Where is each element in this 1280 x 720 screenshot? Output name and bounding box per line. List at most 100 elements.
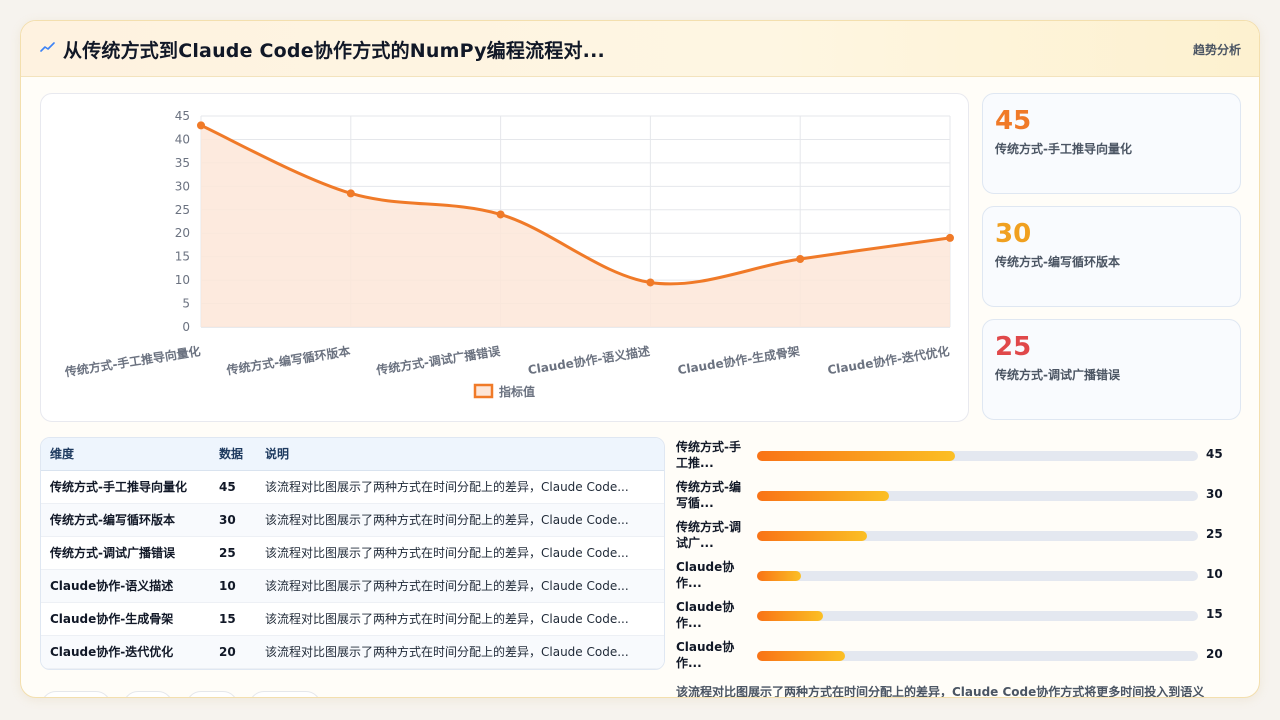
y-tick-label: 30 bbox=[175, 179, 190, 193]
bar-fill bbox=[757, 571, 802, 581]
table-row[interactable]: Claude协作-生成骨架 15 该流程对比图展示了两种方式在时间分配上的差异，… bbox=[41, 602, 664, 636]
bar-label: Claude协作... bbox=[676, 640, 735, 670]
bar-label: Claude协作... bbox=[676, 600, 735, 630]
table-row[interactable]: 传统方式-手工推导向量化 45 该流程对比图展示了两种方式在时间分配上的差异，C… bbox=[41, 470, 664, 504]
dashboard-window: 从传统方式到Claude Code协作方式的NumPy编程流程对... 趋势分析… bbox=[20, 20, 1260, 698]
y-tick-label: 0 bbox=[182, 320, 190, 334]
x-tick-label: 传统方式-编写循环版本 bbox=[224, 343, 351, 378]
y-tick-label: 40 bbox=[175, 132, 190, 146]
column-header[interactable]: 维度 bbox=[41, 438, 210, 471]
bar-track bbox=[757, 651, 1198, 661]
stat-value: 30 bbox=[995, 219, 1032, 249]
table-cell-desc: 该流程对比图展示了两种方式在时间分配上的差异，Claude Code... bbox=[256, 470, 664, 504]
data-point bbox=[796, 255, 805, 264]
bar-track bbox=[757, 451, 1198, 461]
trend-line-icon bbox=[40, 42, 55, 52]
bar-track bbox=[757, 491, 1198, 501]
x-tick-label: Claude协作-迭代优化 bbox=[826, 343, 950, 377]
y-tick-label: 10 bbox=[175, 273, 190, 287]
bar-value: 25 bbox=[1206, 527, 1223, 541]
bar-track bbox=[757, 531, 1198, 541]
stat-card-2: 30 传统方式-编写循环版本 bbox=[982, 206, 1241, 307]
y-tick-label: 35 bbox=[175, 156, 190, 170]
data-point bbox=[346, 189, 355, 198]
bar-value: 45 bbox=[1206, 447, 1223, 461]
data-table: 维度 数据 说明 传统方式-手工推导向量化 45 该流程对比图展示了两种方式在时… bbox=[41, 438, 664, 669]
table-cell-desc: 该流程对比图展示了两种方式在时间分配上的差异，Claude Code... bbox=[256, 503, 664, 537]
bar-row: 传统方式-手工推... 45 bbox=[676, 437, 1241, 473]
filter-pill[interactable] bbox=[249, 691, 321, 697]
x-tick-label: Claude协作-生成骨架 bbox=[677, 343, 801, 377]
table-cell-value: 10 bbox=[210, 569, 256, 603]
table-row[interactable]: Claude协作-语义描述 10 该流程对比图展示了两种方式在时间分配上的差异，… bbox=[41, 569, 664, 603]
y-tick-label: 20 bbox=[175, 226, 190, 240]
table-header-row: 维度 数据 说明 bbox=[41, 438, 664, 471]
y-tick-label: 25 bbox=[175, 203, 190, 217]
bar-value: 20 bbox=[1206, 647, 1223, 661]
bar-track bbox=[757, 571, 1198, 581]
x-tick-label: 传统方式-手工推导向量化 bbox=[63, 343, 202, 379]
series-area bbox=[201, 125, 950, 327]
bar-fill bbox=[757, 451, 956, 461]
table-row[interactable]: 传统方式-编写循环版本 30 该流程对比图展示了两种方式在时间分配上的差异，Cl… bbox=[41, 503, 664, 537]
table-row[interactable]: 传统方式-调试广播错误 25 该流程对比图展示了两种方式在时间分配上的差异，Cl… bbox=[41, 536, 664, 570]
bar-row: 传统方式-调试广... 25 bbox=[676, 517, 1241, 553]
footnote-text: 该流程对比图展示了两种方式在时间分配上的差异，Claude Code协作方式将更… bbox=[676, 685, 1205, 698]
stat-card-3: 25 传统方式-调试广播错误 bbox=[982, 319, 1241, 420]
table-cell-desc: 该流程对比图展示了两种方式在时间分配上的差异，Claude Code... bbox=[256, 569, 664, 603]
header-bar: 从传统方式到Claude Code协作方式的NumPy编程流程对... 趋势分析 bbox=[21, 21, 1259, 77]
stat-label: 传统方式-调试广播错误 bbox=[995, 368, 1120, 382]
bar-track bbox=[757, 611, 1198, 621]
analysis-tag[interactable]: 趋势分析 bbox=[1193, 41, 1241, 58]
table-cell-dim: 传统方式-手工推导向量化 bbox=[41, 470, 210, 504]
bar-row: Claude协作... 10 bbox=[676, 557, 1241, 593]
stat-card-1: 45 传统方式-手工推导向量化 bbox=[982, 93, 1241, 194]
x-tick-label: 传统方式-调试广播错误 bbox=[374, 343, 502, 378]
table-row[interactable]: Claude协作-迭代优化 20 该流程对比图展示了两种方式在时间分配上的差异，… bbox=[41, 635, 664, 669]
legend-swatch bbox=[473, 383, 494, 399]
data-table-card: 维度 数据 说明 传统方式-手工推导向量化 45 该流程对比图展示了两种方式在时… bbox=[40, 437, 665, 670]
bar-label: 传统方式-手工推... bbox=[676, 440, 741, 470]
table-cell-dim: Claude协作-语义描述 bbox=[41, 569, 210, 603]
table-cell-dim: 传统方式-调试广播错误 bbox=[41, 536, 210, 570]
table-cell-desc: 该流程对比图展示了两种方式在时间分配上的差异，Claude Code... bbox=[256, 602, 664, 636]
table-cell-desc: 该流程对比图展示了两种方式在时间分配上的差异，Claude Code... bbox=[256, 536, 664, 570]
data-point bbox=[197, 121, 205, 130]
bar-value: 30 bbox=[1206, 487, 1223, 501]
y-tick-label: 5 bbox=[182, 297, 190, 311]
bar-value: 15 bbox=[1206, 607, 1223, 621]
data-point bbox=[646, 278, 655, 287]
bar-fill bbox=[757, 651, 846, 661]
data-point bbox=[946, 233, 954, 242]
table-cell-dim: Claude协作-生成骨架 bbox=[41, 602, 210, 636]
bar-label: 传统方式-编写循... bbox=[676, 480, 741, 510]
filter-pill[interactable] bbox=[123, 691, 173, 697]
table-cell-value: 30 bbox=[210, 503, 256, 537]
bar-fill bbox=[757, 491, 890, 501]
bar-fill bbox=[757, 611, 824, 621]
stat-label: 传统方式-手工推导向量化 bbox=[995, 142, 1132, 156]
table-cell-desc: 该流程对比图展示了两种方式在时间分配上的差异，Claude Code... bbox=[256, 635, 664, 669]
filter-pill[interactable] bbox=[41, 691, 111, 697]
progress-bars-panel: 传统方式-手工推... 45 传统方式-编写循... 30 传统方式-调试广..… bbox=[676, 437, 1241, 677]
table-cell-dim: 传统方式-编写循环版本 bbox=[41, 503, 210, 537]
table-cell-value: 20 bbox=[210, 635, 256, 669]
area-chart: 0 5 10 15 20 25 30 35 40 45 传统方式-手工推导向量化 传统方式-编写循环版… bbox=[63, 109, 954, 399]
bar-label: 传统方式-调试广... bbox=[676, 520, 741, 550]
column-header[interactable]: 数据 bbox=[210, 438, 256, 471]
stat-label: 传统方式-编写循环版本 bbox=[995, 255, 1120, 269]
filter-pill[interactable] bbox=[186, 691, 238, 697]
page-title: 从传统方式到Claude Code协作方式的NumPy编程流程对... bbox=[63, 40, 605, 62]
stat-value: 45 bbox=[995, 106, 1032, 136]
table-cell-value: 15 bbox=[210, 602, 256, 636]
legend-label: 指标值 bbox=[499, 384, 535, 399]
bar-row: Claude协作... 20 bbox=[676, 637, 1241, 673]
bar-label: Claude协作... bbox=[676, 560, 735, 590]
bar-value: 10 bbox=[1206, 567, 1223, 581]
table-cell-value: 45 bbox=[210, 470, 256, 504]
table-cell-value: 25 bbox=[210, 536, 256, 570]
table-cell-dim: Claude协作-迭代优化 bbox=[41, 635, 210, 669]
x-tick-label: Claude协作-语义描述 bbox=[527, 343, 651, 377]
y-tick-label: 15 bbox=[175, 250, 190, 264]
column-header[interactable]: 说明 bbox=[256, 438, 664, 471]
